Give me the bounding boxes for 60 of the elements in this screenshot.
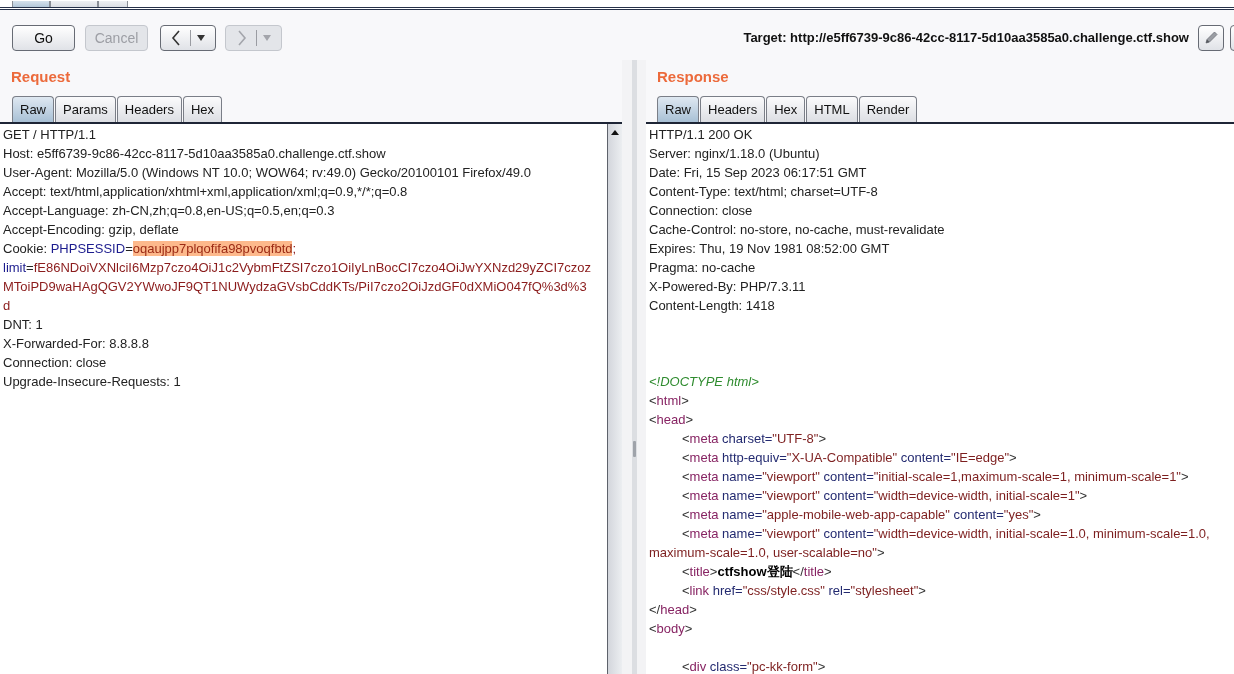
panel-title: Response	[657, 68, 729, 85]
header-line: Accept-Encoding: gzip, deflate	[3, 221, 180, 239]
caret-icon	[197, 35, 205, 41]
edit-button[interactable]	[1198, 25, 1224, 51]
header-line: HTTP/1.1 200 OK	[649, 126, 754, 144]
pencil-icon	[1203, 30, 1219, 46]
header-line: Connection: close	[3, 354, 108, 372]
tab[interactable]: HTML	[806, 96, 858, 122]
tab[interactable]	[12, 1, 50, 7]
code-line: <body>	[649, 620, 694, 638]
code-line: <head>	[649, 411, 695, 429]
code-line: <meta name="viewport" content="initial-scale=1,maximum-scale=1, minimum-scale=1">	[681, 468, 1190, 486]
header-line: Accept-Language: zh-CN,zh;q=0.8,en-US;q=0.5,en;q=0.3	[3, 202, 336, 220]
tab[interactable]: Render	[858, 96, 918, 122]
header-line: Accept: text/html,application/xhtml+xml,application/xml;q=0.9,*/*;q=0.8	[3, 183, 409, 201]
code-line: <!DOCTYPE html>	[649, 373, 760, 391]
header-line: GET / HTTP/1.1	[3, 126, 97, 144]
header-line: Host: e5ff6739-9c86-42cc-8117-5d10aa3585a0.challenge.ctf.show	[3, 145, 387, 163]
header-line: Server: nginx/1.18.0 (Ubuntu)	[649, 145, 821, 163]
tab[interactable]: Raw	[657, 96, 699, 122]
code-line: <html>	[649, 392, 690, 410]
panel-title: Request	[11, 68, 71, 85]
scrollbar[interactable]	[607, 124, 622, 674]
header-line: Expires: Thu, 19 Nov 1981 08:52:00 GMT	[649, 240, 891, 258]
code-line: <meta http-equiv="X-UA-Compatible" content="IE=edge">	[681, 449, 1018, 467]
tab[interactable]: Params	[55, 96, 116, 122]
grip-icon	[633, 441, 636, 457]
header-line: X-Forwarded-For: 8.8.8.8	[3, 335, 150, 353]
back-button[interactable]	[160, 25, 216, 51]
code-line: <meta name="apple-mobile-web-app-capable" content="yes">	[681, 506, 1042, 524]
code-line: <meta name="viewport" content="width=device-width, initial-scale=1">	[681, 487, 1089, 505]
code-line: </head>	[649, 601, 698, 619]
code-line: <meta name="viewport" content="width=device-width, initial-scale=1.0, minimum-scale=1.0, maximum-scale=1.0, user-scalable=no">	[649, 525, 1211, 562]
tab[interactable]: Headers	[700, 96, 766, 122]
chevron-left-icon	[171, 30, 181, 46]
header-line: Date: Fri, 15 Sep 2023 06:17:51 GMT	[649, 164, 868, 182]
header-line: Content-Type: text/html; charset=UTF-8	[649, 183, 879, 201]
header-line: DNT: 1	[3, 316, 44, 334]
header-line: Cache-Control: no-store, no-cache, must-revalidate	[649, 221, 946, 239]
header-line: Pragma: no-cache	[649, 259, 757, 277]
caret-icon	[262, 35, 271, 41]
header-line: Upgrade-Insecure-Requests: 1	[3, 373, 182, 391]
header-line: X-Powered-By: PHP/7.3.11	[649, 278, 807, 296]
tab[interactable]: Headers	[116, 96, 182, 122]
chevron-right-icon	[236, 30, 247, 46]
code-line: <title>ctfshow登陆</title>	[681, 563, 833, 581]
code-line: <meta charset="UTF-8">	[681, 430, 827, 448]
go-button[interactable]: Go	[12, 25, 75, 51]
tab[interactable]	[98, 1, 128, 7]
tab[interactable]: Hex	[182, 96, 223, 122]
tab[interactable]: Raw	[12, 96, 54, 122]
code-line: <link href="css/style.css" rel="stylesheet">	[681, 582, 927, 600]
scroll-up-arrow-icon	[611, 130, 619, 135]
tab[interactable]	[50, 1, 98, 7]
header-line: User-Agent: Mozilla/5.0 (Windows NT 10.0; WOW64; rv:49.0) Gecko/20100101 Firefox/49.0	[3, 164, 532, 182]
header-line: Content-Length: 1418	[649, 297, 776, 315]
tab[interactable]: Hex	[766, 96, 806, 122]
code-line: <div class="pc-kk-form">	[681, 658, 827, 674]
header-line: Connection: close	[649, 202, 754, 220]
target-label: Target: http://e5ff6739-9c86-42cc-8117-5d10aa3585a0.challenge.ctf.show	[743, 29, 1189, 47]
